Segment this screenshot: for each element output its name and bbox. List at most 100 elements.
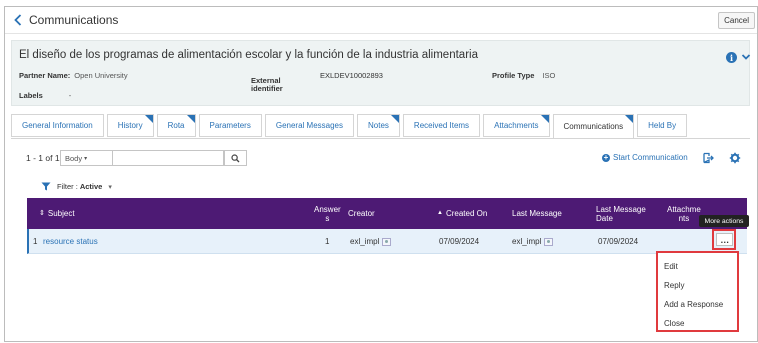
column-attachments-line2: nts [678, 213, 690, 223]
record-title: El diseño de los programas de alimentaci… [19, 49, 478, 61]
column-answers-label-line1: Answer [314, 204, 341, 214]
back-chevron-icon[interactable] [11, 13, 25, 27]
title-bar: Communications Cancel [5, 7, 757, 34]
tab-general-information[interactable]: General Information [11, 114, 104, 137]
user-card-icon[interactable] [382, 237, 392, 246]
tab-held-by[interactable]: Held By [637, 114, 688, 137]
row-last-message: exl_impl [512, 229, 554, 254]
external-identifier-label-line2: identifier [251, 84, 283, 93]
column-created-on-label: Created On [445, 209, 488, 218]
tab-communications[interactable]: Communications [552, 114, 635, 139]
tab-attachments[interactable]: Attachments [483, 114, 550, 137]
menu-item-close[interactable]: Close [658, 314, 737, 333]
row-last-message-date: 07/09/2024 [598, 237, 639, 246]
column-attachments[interactable]: Attachme nts [667, 198, 701, 229]
filter-label: Filter : [57, 182, 78, 191]
record-header: El diseño de los programas de alimentaci… [11, 40, 751, 106]
column-last-message-label: Last Message [512, 209, 562, 218]
tab-general-messages[interactable]: General Messages [264, 114, 355, 137]
tab-notes[interactable]: Notes [357, 114, 400, 137]
search-scope-value: Body [65, 153, 83, 163]
filter-icon [41, 182, 51, 191]
tab-label: Communications [563, 122, 624, 131]
menu-item-edit[interactable]: Edit [658, 257, 737, 276]
column-creator-label: Creator [348, 209, 375, 218]
column-creator[interactable]: Creator [348, 198, 375, 229]
table-row[interactable]: 1 resource status 1 exl_impl 07/09/2024 … [27, 229, 747, 254]
caret-down-icon: ▾ [108, 183, 112, 191]
plus-circle-icon: + [602, 152, 610, 162]
info-icon[interactable]: i [726, 52, 737, 63]
column-answers[interactable]: Answer s [314, 198, 341, 229]
tab-label: General Information [22, 121, 93, 130]
row-actions-menu: Edit Reply Add a Response Close [656, 251, 739, 332]
partner-name-value: Open University [74, 71, 128, 80]
tab-label: History [117, 121, 143, 130]
column-last-message[interactable]: Last Message [512, 198, 562, 229]
filter-value: Active [79, 182, 103, 191]
filter-control[interactable]: Filter : Active ▾ [41, 182, 112, 191]
more-actions-button[interactable]: … [716, 233, 733, 246]
user-card-icon[interactable] [544, 237, 554, 246]
sort-icon: ⇕ [39, 210, 45, 217]
tab-label: Notes [368, 121, 389, 130]
caret-down-icon: ▾ [84, 155, 88, 162]
labels-label: Labels [19, 91, 43, 100]
profile-type-field: Profile Type ISO [492, 71, 555, 80]
chevron-down-icon[interactable] [741, 51, 751, 63]
tab-history[interactable]: History [106, 114, 154, 137]
communications-panel: Communications Cancel El diseño de los p… [4, 6, 758, 342]
search-scope-select[interactable]: Body ▾ [60, 150, 113, 166]
partner-name-label: Partner Name: [19, 71, 71, 80]
row-creator: exl_impl [350, 229, 392, 254]
tab-label: Held By [648, 121, 677, 130]
export-icon[interactable] [702, 152, 714, 164]
has-content-flag-icon [625, 115, 634, 123]
has-content-flag-icon [186, 115, 195, 123]
row-subject-link[interactable]: resource status [43, 229, 98, 254]
row-creator-name: exl_impl [350, 237, 380, 246]
column-answers-label-line2: s [325, 213, 330, 223]
row-answers: 1 [325, 237, 330, 246]
search-input[interactable] [113, 150, 224, 166]
tab-label: Rota [167, 121, 185, 130]
labels-value: - [68, 91, 72, 100]
labels-field: Labels - [19, 91, 71, 100]
start-communication-label: Start Communication [613, 153, 688, 162]
menu-item-reply[interactable]: Reply [658, 276, 737, 295]
partner-name-field: Partner Name: Open University [19, 71, 128, 80]
column-last-message-date[interactable]: Last Message Date [596, 198, 646, 229]
search-button[interactable] [224, 150, 247, 166]
tab-parameters[interactable]: Parameters [198, 114, 262, 137]
more-actions-tooltip: More actions [699, 215, 749, 227]
column-attachments-line1: Attachme [667, 204, 701, 214]
tab-label: General Messages [275, 121, 344, 130]
tab-rota[interactable]: Rota [156, 114, 196, 137]
has-content-flag-icon [390, 115, 399, 123]
column-last-message-date-line1: Last Message [596, 204, 646, 214]
row-last-message-name: exl_impl [512, 237, 542, 246]
column-last-message-date-line2: Date [596, 213, 613, 223]
has-content-flag-icon [144, 115, 153, 123]
profile-type-label: Profile Type [492, 71, 535, 80]
external-identifier-value: EXLDEV10002893 [320, 71, 383, 80]
tab-received-items[interactable]: Received Items [402, 114, 481, 137]
menu-item-add-response[interactable]: Add a Response [658, 295, 737, 314]
column-created-on[interactable]: ▲ Created On [437, 198, 487, 229]
column-subject[interactable]: ⇕ Subject [39, 198, 75, 229]
gear-icon[interactable] [729, 152, 741, 164]
column-subject-label: Subject [47, 209, 75, 218]
row-created-on: 07/09/2024 [439, 237, 480, 246]
has-content-flag-icon [540, 115, 549, 123]
start-communication-button[interactable]: + Start Communication [602, 153, 688, 162]
cancel-button[interactable]: Cancel [718, 12, 755, 29]
row-index: 1 [33, 237, 38, 246]
tab-label: Attachments [494, 121, 539, 130]
sort-ascending-icon: ▲ [437, 210, 443, 216]
tab-label: Received Items [413, 121, 470, 130]
search-icon [231, 153, 240, 162]
result-count: 1 - 1 of 1 [26, 153, 60, 163]
page-title: Communications [29, 13, 119, 27]
tab-bar: General Information History Rota Paramet… [11, 114, 690, 139]
profile-type-value: ISO [542, 71, 556, 80]
